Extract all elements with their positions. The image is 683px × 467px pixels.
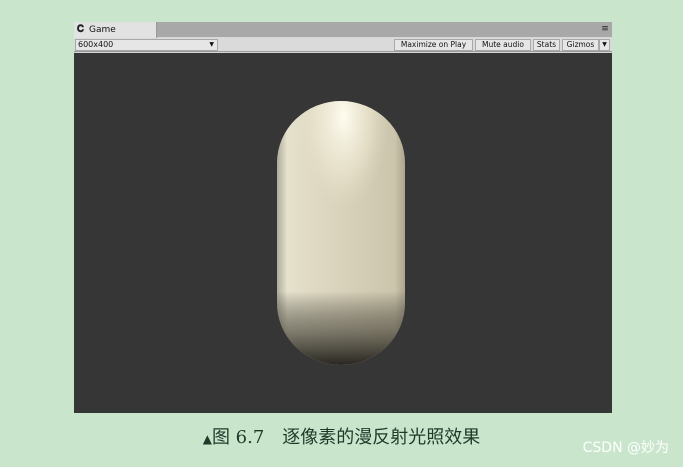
game-window: 𝐂 Game ≡ 600x400 ▼ Maximize on Play Mute… xyxy=(74,22,612,413)
resolution-dropdown[interactable]: 600x400 ▼ xyxy=(75,39,218,51)
chevron-down-icon: ▼ xyxy=(209,41,214,48)
stats-button[interactable]: Stats xyxy=(533,39,560,51)
resolution-label: 600x400 xyxy=(78,40,114,49)
unity-icon: 𝐂 xyxy=(76,24,85,35)
menu-icon[interactable]: ≡ xyxy=(600,24,610,35)
game-viewport[interactable] xyxy=(74,53,612,413)
tab-game[interactable]: 𝐂 Game xyxy=(74,22,157,38)
figure-caption: ▲图 6.7 逐像素的漫反射光照效果 xyxy=(0,423,683,449)
window-titlebar: 𝐂 Game ≡ xyxy=(74,22,612,38)
maximize-on-play-button[interactable]: Maximize on Play xyxy=(394,39,473,51)
tab-game-label: Game xyxy=(89,25,116,35)
mute-audio-button[interactable]: Mute audio xyxy=(475,39,531,51)
gizmos-dropdown-arrow[interactable]: ▼ xyxy=(599,39,610,51)
game-toolbar: 600x400 ▼ Maximize on Play Mute audio St… xyxy=(74,38,612,52)
scene-render xyxy=(277,101,405,365)
capsule-object xyxy=(277,101,405,365)
gizmos-button[interactable]: Gizmos xyxy=(562,39,599,51)
watermark: CSDN @妙为 xyxy=(582,440,669,456)
triangle-icon: ▲ xyxy=(202,432,212,446)
caption-text: 图 6.7 逐像素的漫反射光照效果 xyxy=(211,427,481,448)
